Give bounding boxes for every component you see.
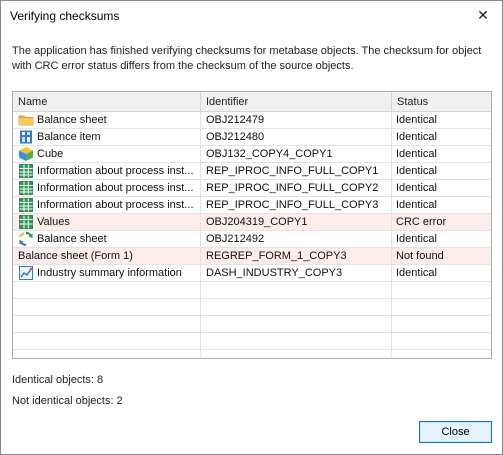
object-name: Industry summary information bbox=[37, 267, 182, 279]
cell-name: Balance sheet bbox=[13, 231, 201, 247]
cell-status: Identical bbox=[396, 233, 437, 245]
cell-identifier: OBJ204319_COPY1 bbox=[201, 214, 392, 230]
empty-row bbox=[13, 299, 491, 316]
cell-identifier: REGREP_FORM_1_COPY3 bbox=[201, 248, 392, 264]
table-row[interactable]: Balance item OBJ212480 Identical bbox=[13, 129, 491, 146]
empty-cell bbox=[392, 350, 491, 358]
verify-checksums-dialog: Verifying checksums ✕ The application ha… bbox=[0, 0, 503, 455]
empty-cell bbox=[13, 316, 201, 333]
cell-status: Identical bbox=[396, 267, 437, 279]
refresh-icon bbox=[18, 231, 34, 247]
dashboard-icon bbox=[18, 265, 34, 281]
cell-status: Identical bbox=[396, 148, 437, 160]
cell-status: Identical bbox=[396, 182, 437, 194]
table-icon bbox=[18, 180, 34, 196]
not-identical-count: Not identical objects: 2 bbox=[12, 395, 123, 407]
close-button[interactable]: Close bbox=[419, 421, 492, 443]
cell-status: Not found bbox=[396, 250, 444, 262]
empty-row bbox=[13, 316, 491, 333]
table-icon bbox=[18, 163, 34, 179]
cell-name: Balance sheet bbox=[13, 112, 201, 128]
cell-identifier: OBJ212479 bbox=[201, 112, 392, 128]
empty-cell bbox=[13, 282, 201, 299]
object-name: Information about process inst... bbox=[37, 165, 194, 177]
dialog-title: Verifying checksums bbox=[10, 9, 120, 23]
object-name: Balance item bbox=[37, 131, 101, 143]
cell-identifier: REP_IPROC_INFO_FULL_COPY1 bbox=[201, 163, 392, 179]
column-header-status[interactable]: Status bbox=[392, 92, 491, 112]
empty-row bbox=[13, 350, 491, 358]
empty-cell bbox=[392, 316, 491, 333]
cell-status: CRC error bbox=[396, 216, 447, 228]
empty-cell bbox=[13, 333, 201, 350]
empty-row bbox=[13, 282, 491, 299]
table-body: Balance sheet OBJ212479 Identical Balance i… bbox=[13, 112, 491, 358]
close-window-icon[interactable]: ✕ bbox=[468, 3, 498, 27]
object-name: Cube bbox=[37, 148, 64, 160]
cell-name: Information about process inst... bbox=[13, 180, 201, 196]
cell-name: Balance sheet (Form 1) bbox=[13, 248, 201, 264]
cell-name: Values bbox=[13, 214, 201, 230]
empty-cell bbox=[392, 282, 491, 299]
object-name: Balance sheet bbox=[37, 114, 107, 126]
cell-name: Information about process inst... bbox=[13, 197, 201, 213]
cube-icon bbox=[18, 146, 34, 162]
dictionary-icon bbox=[18, 129, 34, 145]
cell-status: Identical bbox=[396, 165, 437, 177]
object-name: Balance sheet bbox=[37, 233, 107, 245]
table-row[interactable]: Industry summary information DASH_INDUSTR… bbox=[13, 265, 491, 282]
cell-identifier: OBJ212492 bbox=[201, 231, 392, 247]
folder-icon bbox=[18, 112, 34, 128]
column-header-name[interactable]: Name bbox=[13, 92, 201, 112]
identical-count: Identical objects: 8 bbox=[12, 374, 104, 386]
table-row[interactable]: Balance sheet OBJ212479 Identical bbox=[13, 112, 491, 129]
title-bar: Verifying checksums ✕ bbox=[1, 1, 502, 31]
cell-status: Identical bbox=[396, 114, 437, 126]
cell-identifier: OBJ132_COPY4_COPY1 bbox=[201, 146, 392, 162]
cell-identifier: OBJ212480 bbox=[201, 129, 392, 145]
cell-status: Identical bbox=[396, 199, 437, 211]
table-row[interactable]: Values OBJ204319_COPY1 CRC error bbox=[13, 214, 491, 231]
objects-table[interactable]: Name Identifier Status Balance sheet OBJ2… bbox=[12, 91, 492, 359]
table-row[interactable]: Balance sheet (Form 1) REGREP_FORM_1_COPY… bbox=[13, 248, 491, 265]
object-name: Values bbox=[37, 216, 70, 228]
table-row[interactable]: Information about process inst... REP_IPR… bbox=[13, 197, 491, 214]
table-header: Name Identifier Status bbox=[13, 92, 491, 112]
column-header-identifier[interactable]: Identifier bbox=[201, 92, 392, 112]
cell-identifier: REP_IPROC_INFO_FULL_COPY2 bbox=[201, 180, 392, 196]
cell-name: Balance item bbox=[13, 129, 201, 145]
empty-cell bbox=[392, 333, 491, 350]
cell-name: Cube bbox=[13, 146, 201, 162]
cell-identifier: DASH_INDUSTRY_COPY3 bbox=[201, 265, 392, 281]
table-row[interactable]: Balance sheet OBJ212492 Identical bbox=[13, 231, 491, 248]
object-name: Information about process inst... bbox=[37, 199, 194, 211]
cell-status: Identical bbox=[396, 131, 437, 143]
empty-cell bbox=[13, 299, 201, 316]
object-name: Information about process inst... bbox=[37, 182, 194, 194]
empty-cell bbox=[201, 316, 392, 333]
table-row[interactable]: Cube OBJ132_COPY4_COPY1 Identical bbox=[13, 146, 491, 163]
empty-cell bbox=[201, 350, 392, 358]
empty-row bbox=[13, 333, 491, 350]
empty-cell bbox=[201, 282, 392, 299]
cell-name: Information about process inst... bbox=[13, 163, 201, 179]
cell-identifier: REP_IPROC_INFO_FULL_COPY3 bbox=[201, 197, 392, 213]
table-row[interactable]: Information about process inst... REP_IPR… bbox=[13, 180, 491, 197]
table-row[interactable]: Information about process inst... REP_IPR… bbox=[13, 163, 491, 180]
object-name: Balance sheet (Form 1) bbox=[18, 250, 133, 262]
empty-cell bbox=[201, 299, 392, 316]
empty-cell bbox=[201, 333, 392, 350]
table-icon bbox=[18, 197, 34, 213]
empty-cell bbox=[13, 350, 201, 358]
empty-cell bbox=[392, 299, 491, 316]
cell-name: Industry summary information bbox=[13, 265, 201, 281]
result-message: The application has finished verifying c… bbox=[12, 45, 482, 72]
values-table-icon bbox=[18, 214, 34, 230]
